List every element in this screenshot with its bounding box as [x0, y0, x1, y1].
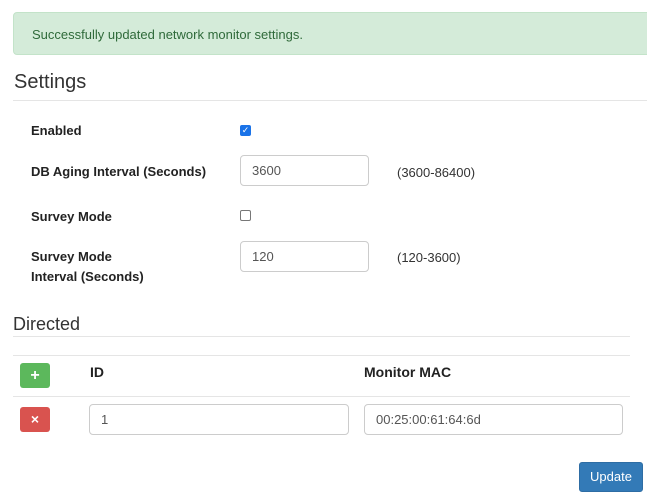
- success-alert: Successfully updated network monitor set…: [13, 12, 647, 55]
- survey-interval-hint: (120-3600): [397, 250, 461, 265]
- divider: [13, 100, 647, 101]
- aging-hint: (3600-86400): [397, 165, 476, 180]
- enabled-checkbox[interactable]: ✓: [240, 125, 251, 136]
- survey-checkbox[interactable]: [240, 210, 251, 221]
- survey-label: Survey Mode: [31, 209, 112, 224]
- label-line-2: Interval (Seconds): [31, 269, 144, 284]
- survey-interval-input[interactable]: 120: [240, 241, 369, 272]
- remove-row-button[interactable]: ×: [20, 407, 50, 432]
- divider: [13, 336, 630, 337]
- close-icon: ×: [30, 411, 40, 427]
- alert-message: Successfully updated network monitor set…: [32, 27, 303, 42]
- id-input[interactable]: 1: [89, 404, 349, 435]
- column-header-id: ID: [90, 364, 104, 380]
- label-line-1: Survey Mode: [31, 249, 112, 264]
- aging-label: DB Aging Interval (Seconds): [31, 164, 207, 179]
- update-button[interactable]: Update: [579, 462, 643, 492]
- table-top-border: [13, 355, 630, 356]
- mac-input[interactable]: 00:25:00:61:64:6d: [364, 404, 623, 435]
- enabled-label: Enabled: [31, 123, 82, 138]
- row-border: [13, 396, 630, 397]
- column-header-mac: Monitor MAC: [364, 364, 452, 380]
- aging-input[interactable]: 3600: [240, 155, 369, 186]
- survey-interval-label: Survey Mode Interval (Seconds): [31, 247, 144, 287]
- add-row-button[interactable]: +: [20, 363, 50, 388]
- settings-heading: Settings: [14, 71, 87, 93]
- directed-heading: Directed: [13, 314, 81, 334]
- plus-icon: +: [30, 367, 40, 384]
